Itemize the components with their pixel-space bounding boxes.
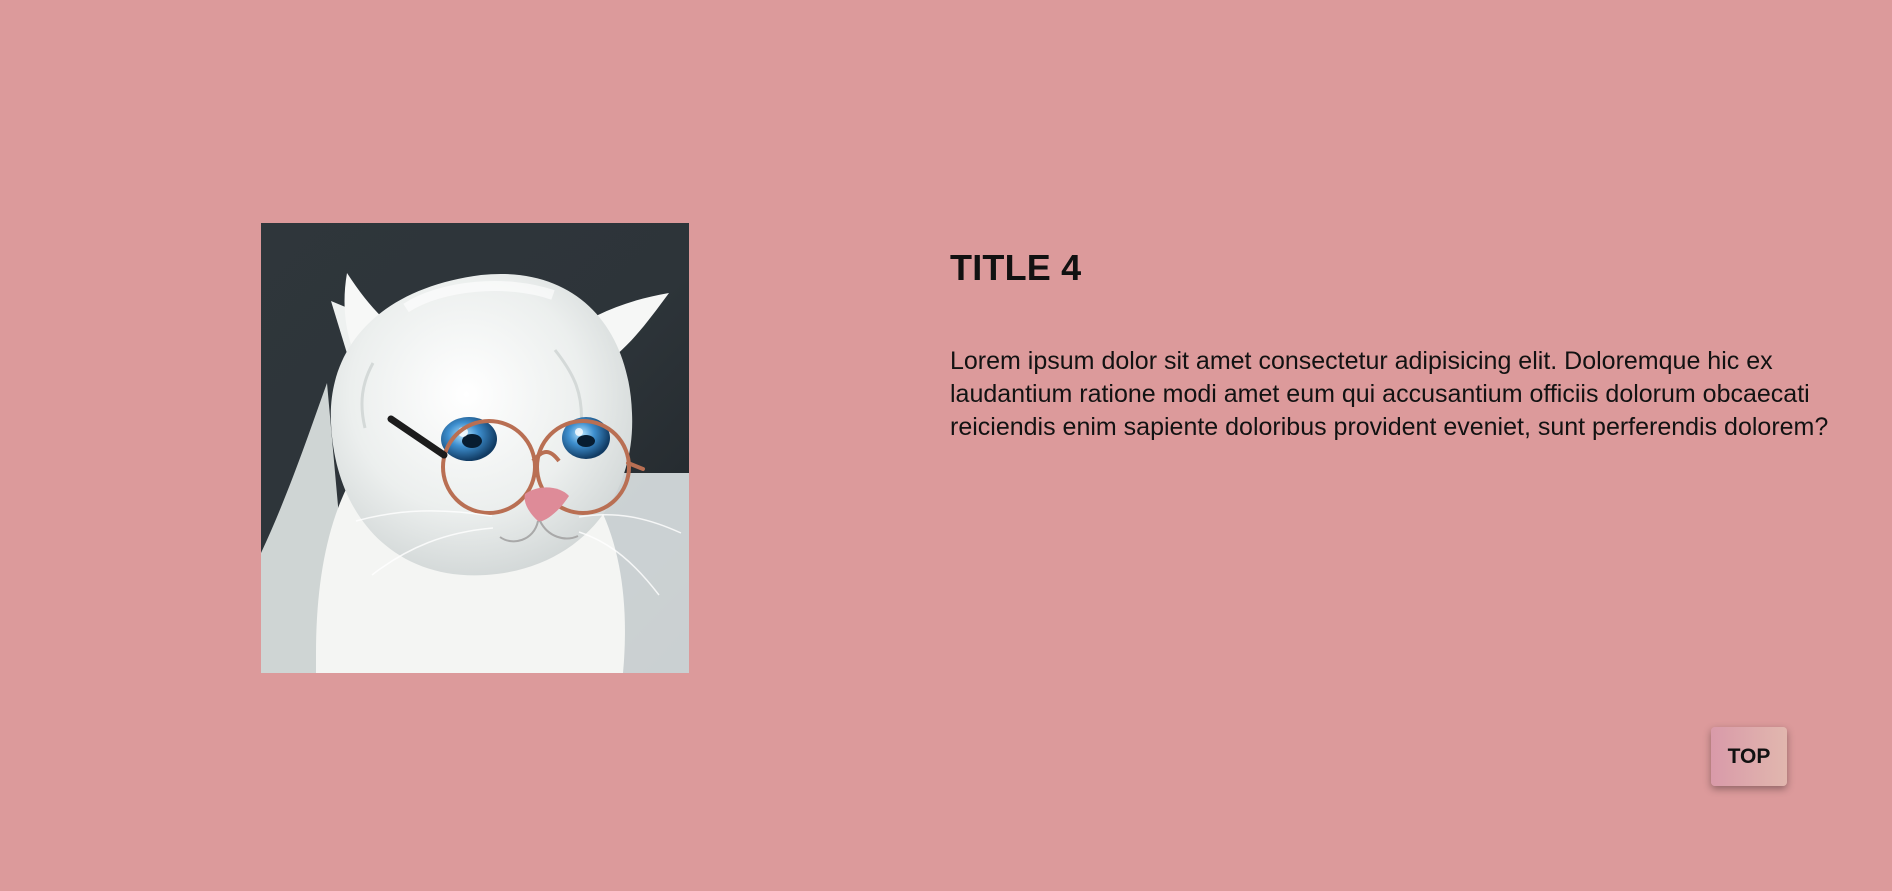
text-panel: TITLE 4 Lorem ipsum dolor sit amet conse… <box>950 244 1850 444</box>
cat-image <box>261 223 689 673</box>
white-cat-with-glasses-image <box>261 223 689 673</box>
top-button[interactable]: TOP <box>1711 727 1787 786</box>
content-section: TITLE 4 Lorem ipsum dolor sit amet conse… <box>0 0 1892 891</box>
page-title: TITLE 4 <box>950 247 1082 288</box>
description-text: Lorem ipsum dolor sit amet consectetur a… <box>950 347 1829 441</box>
